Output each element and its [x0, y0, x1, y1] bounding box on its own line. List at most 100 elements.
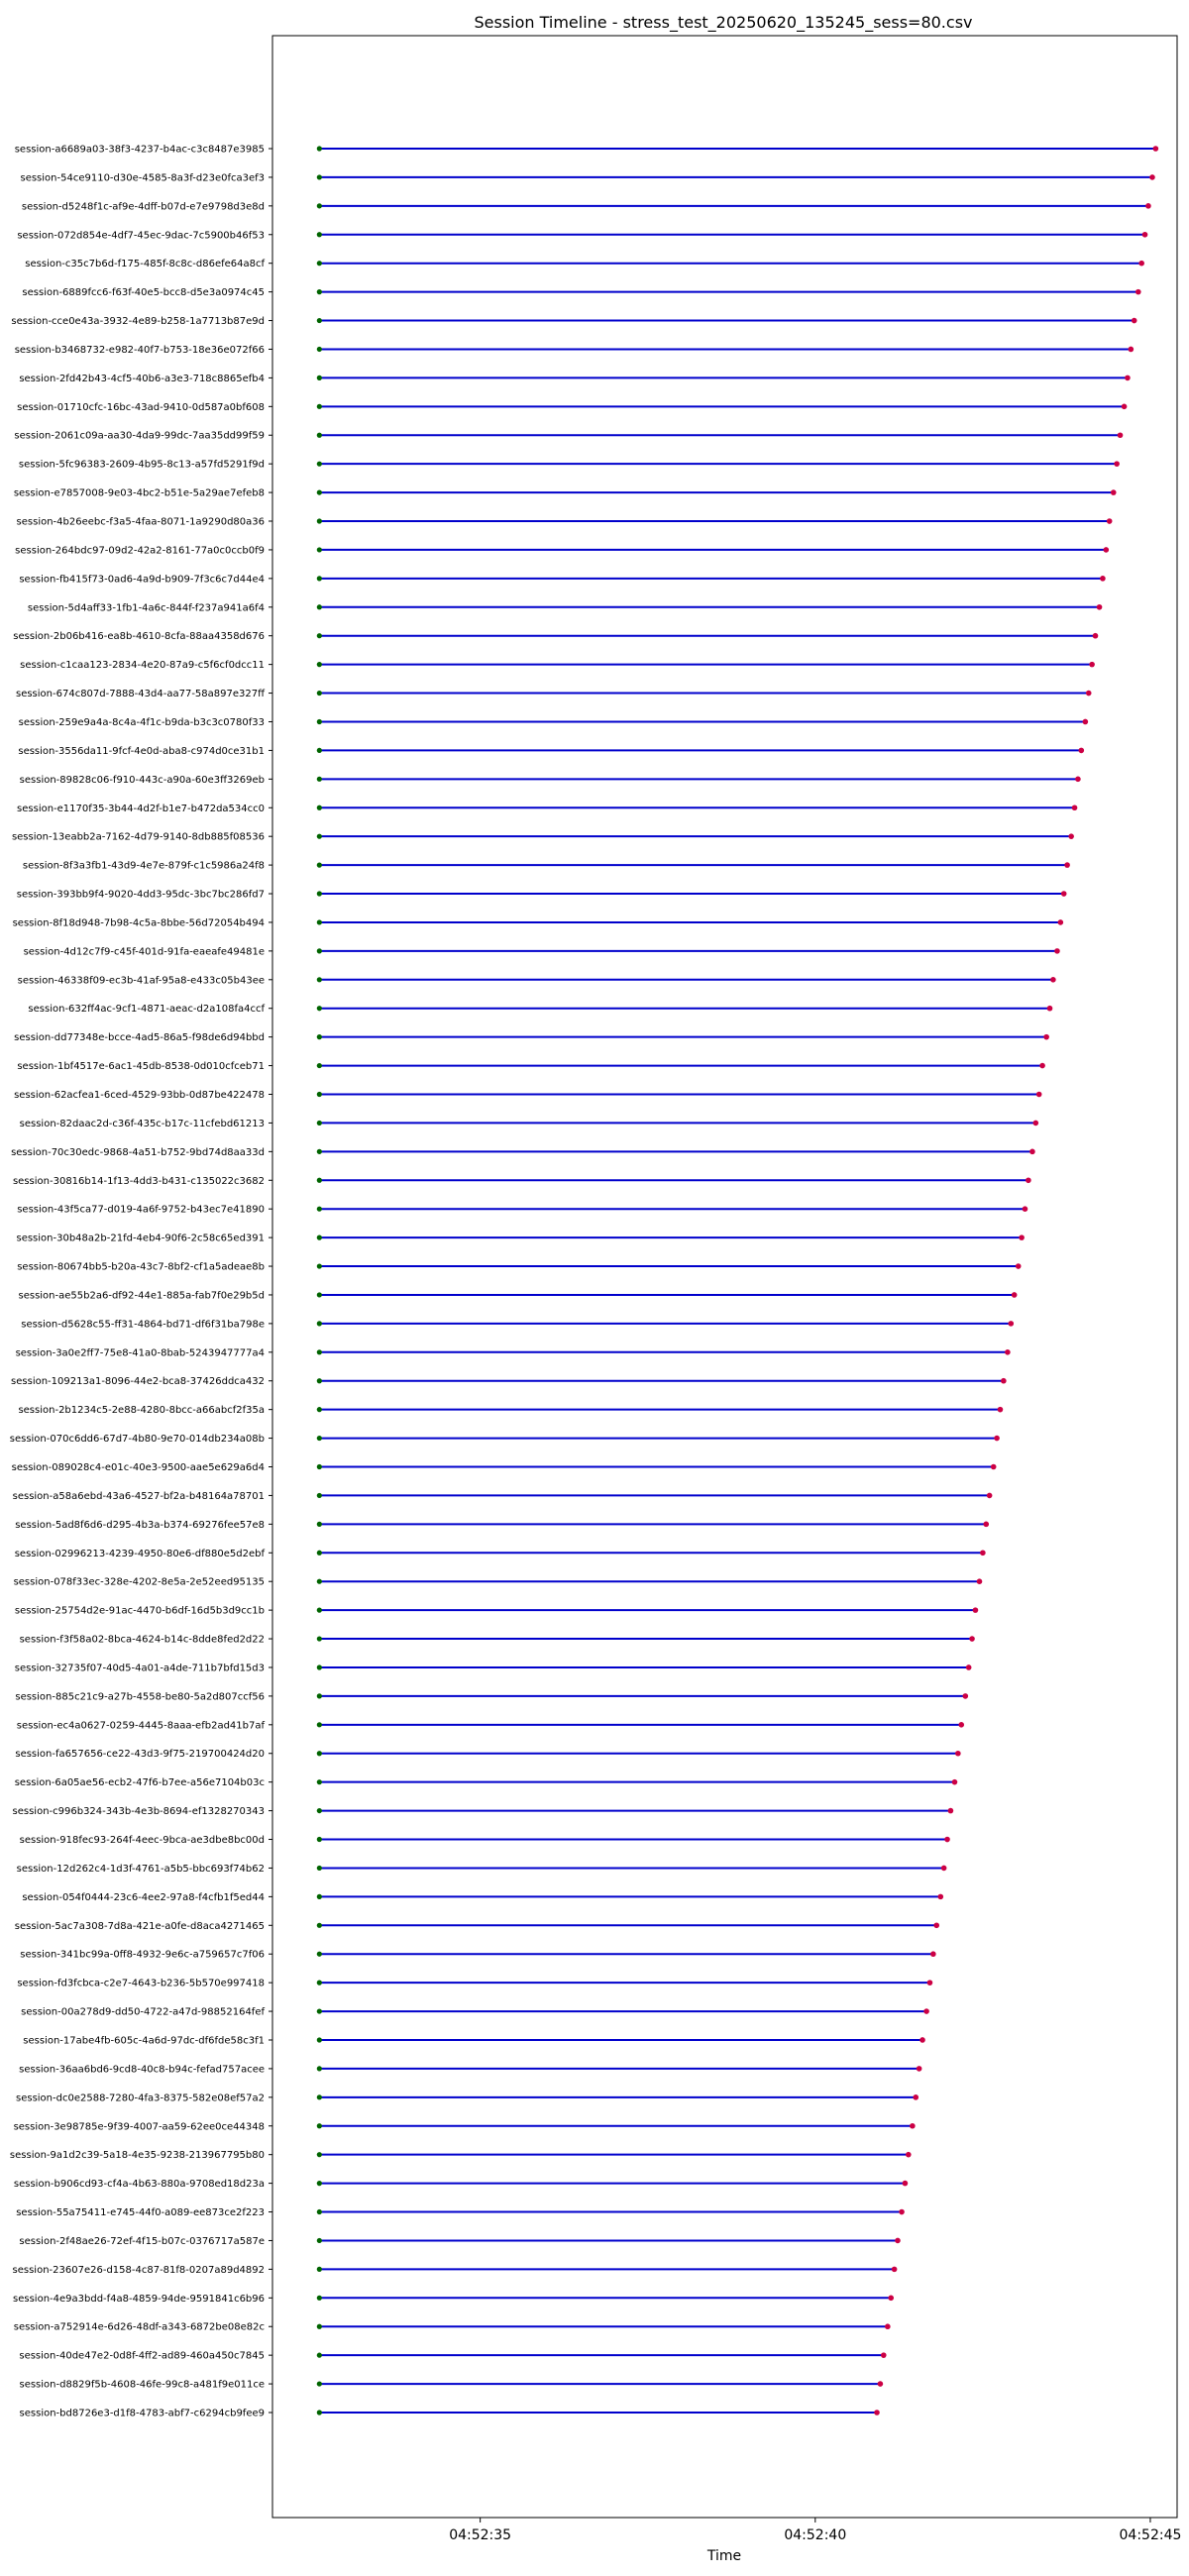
session-end-point: [1106, 518, 1113, 524]
session-label: session-d5628c55-ff31-4864-bd71-df6f31ba…: [21, 1319, 265, 1330]
session-start-point: [316, 2123, 322, 2129]
session-start-point: [316, 1664, 322, 1670]
session-end-point: [895, 2237, 901, 2244]
session-end-point: [1011, 1292, 1018, 1298]
session-end-point: [888, 2295, 895, 2302]
session-label: session-5fc96383-2609-4b95-8c13-a57fd529…: [19, 460, 265, 471]
session-label: session-5ac7a308-7d8a-421e-a0fe-d8aca427…: [15, 1921, 265, 1932]
session-start-point: [316, 1980, 322, 1986]
session-start-point: [316, 2094, 322, 2100]
session-label: session-3a0e2ff7-75e8-41a0-8bab-52439477…: [16, 1347, 265, 1358]
session-start-point: [316, 1865, 322, 1872]
session-label: session-13eabb2a-7162-4d79-9140-8db885f0…: [12, 832, 265, 843]
session-start-point: [316, 1034, 322, 1040]
session-start-point: [316, 346, 322, 353]
session-start-point: [316, 1120, 322, 1127]
session-start-point: [316, 1492, 322, 1499]
session-end-point: [930, 1951, 936, 1958]
session-end-point: [880, 2352, 887, 2358]
session-label: session-3e98785e-9f39-4007-aa59-62ee0ce4…: [14, 2121, 265, 2132]
session-label: session-54ce9110-d30e-4585-8a3f-d23e0fca…: [20, 172, 265, 183]
session-start-point: [316, 203, 322, 209]
session-start-point: [316, 1091, 322, 1098]
session-start-point: [316, 891, 322, 897]
session-end-point: [972, 1607, 979, 1613]
x-axis-label: Time: [706, 2548, 741, 2564]
session-label: session-fb415f73-0ad6-4a9d-b909-7f3c6c7d…: [19, 574, 265, 585]
session-start-point: [316, 1751, 322, 1757]
session-end-point: [940, 1865, 947, 1872]
session-label: session-2b1234c5-2e88-4280-8bcc-a66abcf2…: [18, 1405, 265, 1416]
session-label: session-12d262c4-1d3f-4761-a5b5-bbc693f7…: [17, 1864, 265, 1875]
session-start-point: [316, 919, 322, 925]
session-end-point: [1057, 919, 1064, 925]
session-end-point: [1029, 1148, 1035, 1155]
session-start-point: [316, 432, 322, 438]
session-end-point: [986, 1492, 993, 1499]
session-start-point: [316, 1607, 322, 1613]
session-end-point: [1125, 375, 1131, 381]
session-label: session-23607e26-d158-4c87-81f8-0207a89d…: [13, 2265, 265, 2276]
session-end-point: [923, 2008, 929, 2014]
session-end-point: [906, 2151, 912, 2158]
session-label: session-01710cfc-16bc-43ad-9410-0d587a0b…: [17, 402, 265, 413]
session-label: session-17abe4fb-605c-4a6d-97dc-df6fde58…: [23, 2035, 265, 2046]
session-label: session-674c807d-7888-43d4-aa77-58a897e3…: [16, 689, 266, 699]
session-end-point: [1114, 461, 1120, 467]
session-label: session-02996213-4239-4950-80e6-df880e5d…: [15, 1549, 266, 1559]
session-label: session-36aa6bd6-9cd8-40c8-b94c-fefad757…: [19, 2064, 265, 2075]
session-start-point: [316, 662, 322, 668]
session-label: session-ec4a0627-0259-4445-8aaa-efb2ad41…: [17, 1720, 266, 1731]
session-start-point: [316, 1378, 322, 1384]
session-end-point: [1096, 603, 1103, 610]
session-label: session-264bdc97-09d2-42a2-8161-77a0c0cc…: [15, 545, 265, 556]
session-start-point: [316, 2323, 322, 2329]
session-label: session-ae55b2a6-df92-44e1-885a-fab7f0e2…: [19, 1290, 266, 1301]
x-axis: 04:52:35 04:52:40 04:52:45: [449, 2518, 1181, 2543]
session-start-point: [316, 833, 322, 839]
session-end-point: [913, 2094, 919, 2100]
session-end-point: [1131, 317, 1137, 324]
session-label: session-43f5ca77-d019-4a6f-9752-b43ec7e4…: [17, 1205, 265, 1216]
session-start-point: [316, 1521, 322, 1527]
session-start-point: [316, 489, 322, 495]
session-end-point: [1089, 661, 1095, 668]
session-start-point: [316, 261, 322, 267]
session-end-point: [933, 1922, 940, 1929]
session-end-point: [976, 1578, 983, 1585]
session-start-point: [316, 1463, 322, 1470]
session-start-point: [316, 375, 322, 380]
session-start-point: [316, 2381, 322, 2387]
session-start-point: [316, 1263, 322, 1269]
session-end-point: [955, 1750, 961, 1757]
session-end-point: [937, 1893, 944, 1900]
session-label: session-30b48a2b-21fd-4eb4-90f6-2c58c65e…: [16, 1234, 265, 1244]
session-label: session-82daac2d-c36f-435c-b17c-11cfebd6…: [20, 1119, 265, 1129]
session-label: session-89828c06-f910-443c-a90a-60e3ff32…: [20, 775, 265, 786]
session-end-point: [877, 2381, 884, 2387]
session-start-point: [316, 174, 322, 180]
x-tick-label: 04:52:45: [1120, 2527, 1182, 2543]
session-label: session-918fec93-264f-4eec-9bca-ae3dbe8b…: [20, 1835, 265, 1846]
session-end-point: [916, 2066, 922, 2072]
session-end-point: [1068, 833, 1074, 839]
session-start-point: [316, 1836, 322, 1843]
x-tick-label: 04:52:40: [784, 2527, 846, 2543]
session-start-point: [316, 1693, 322, 1699]
session-start-point: [316, 747, 322, 754]
session-end-point: [1043, 1033, 1049, 1040]
session-end-point: [1046, 1005, 1053, 1012]
session-start-point: [316, 576, 322, 582]
session-label: session-e1170f35-3b44-4d2f-b1e7-b472da53…: [17, 804, 265, 814]
session-start-point: [316, 1006, 322, 1012]
session-end-point: [983, 1521, 990, 1528]
session-label: session-341bc99a-0ff8-4932-9e6c-a759657c…: [20, 1950, 265, 1961]
session-start-point: [316, 2295, 322, 2301]
session-end-point: [1128, 346, 1135, 353]
session-end-point: [902, 2180, 909, 2187]
session-start-point: [316, 2152, 322, 2158]
session-end-point: [1015, 1263, 1022, 1269]
session-label: session-2fd42b43-4cf5-40b6-a3e3-718c8865…: [19, 374, 265, 384]
session-label: session-072d854e-4df7-45ec-9dac-7c5900b4…: [17, 230, 265, 241]
y-axis-labels: session-a6689a03-38f3-4237-b4ac-c3c8487e…: [10, 145, 266, 2419]
